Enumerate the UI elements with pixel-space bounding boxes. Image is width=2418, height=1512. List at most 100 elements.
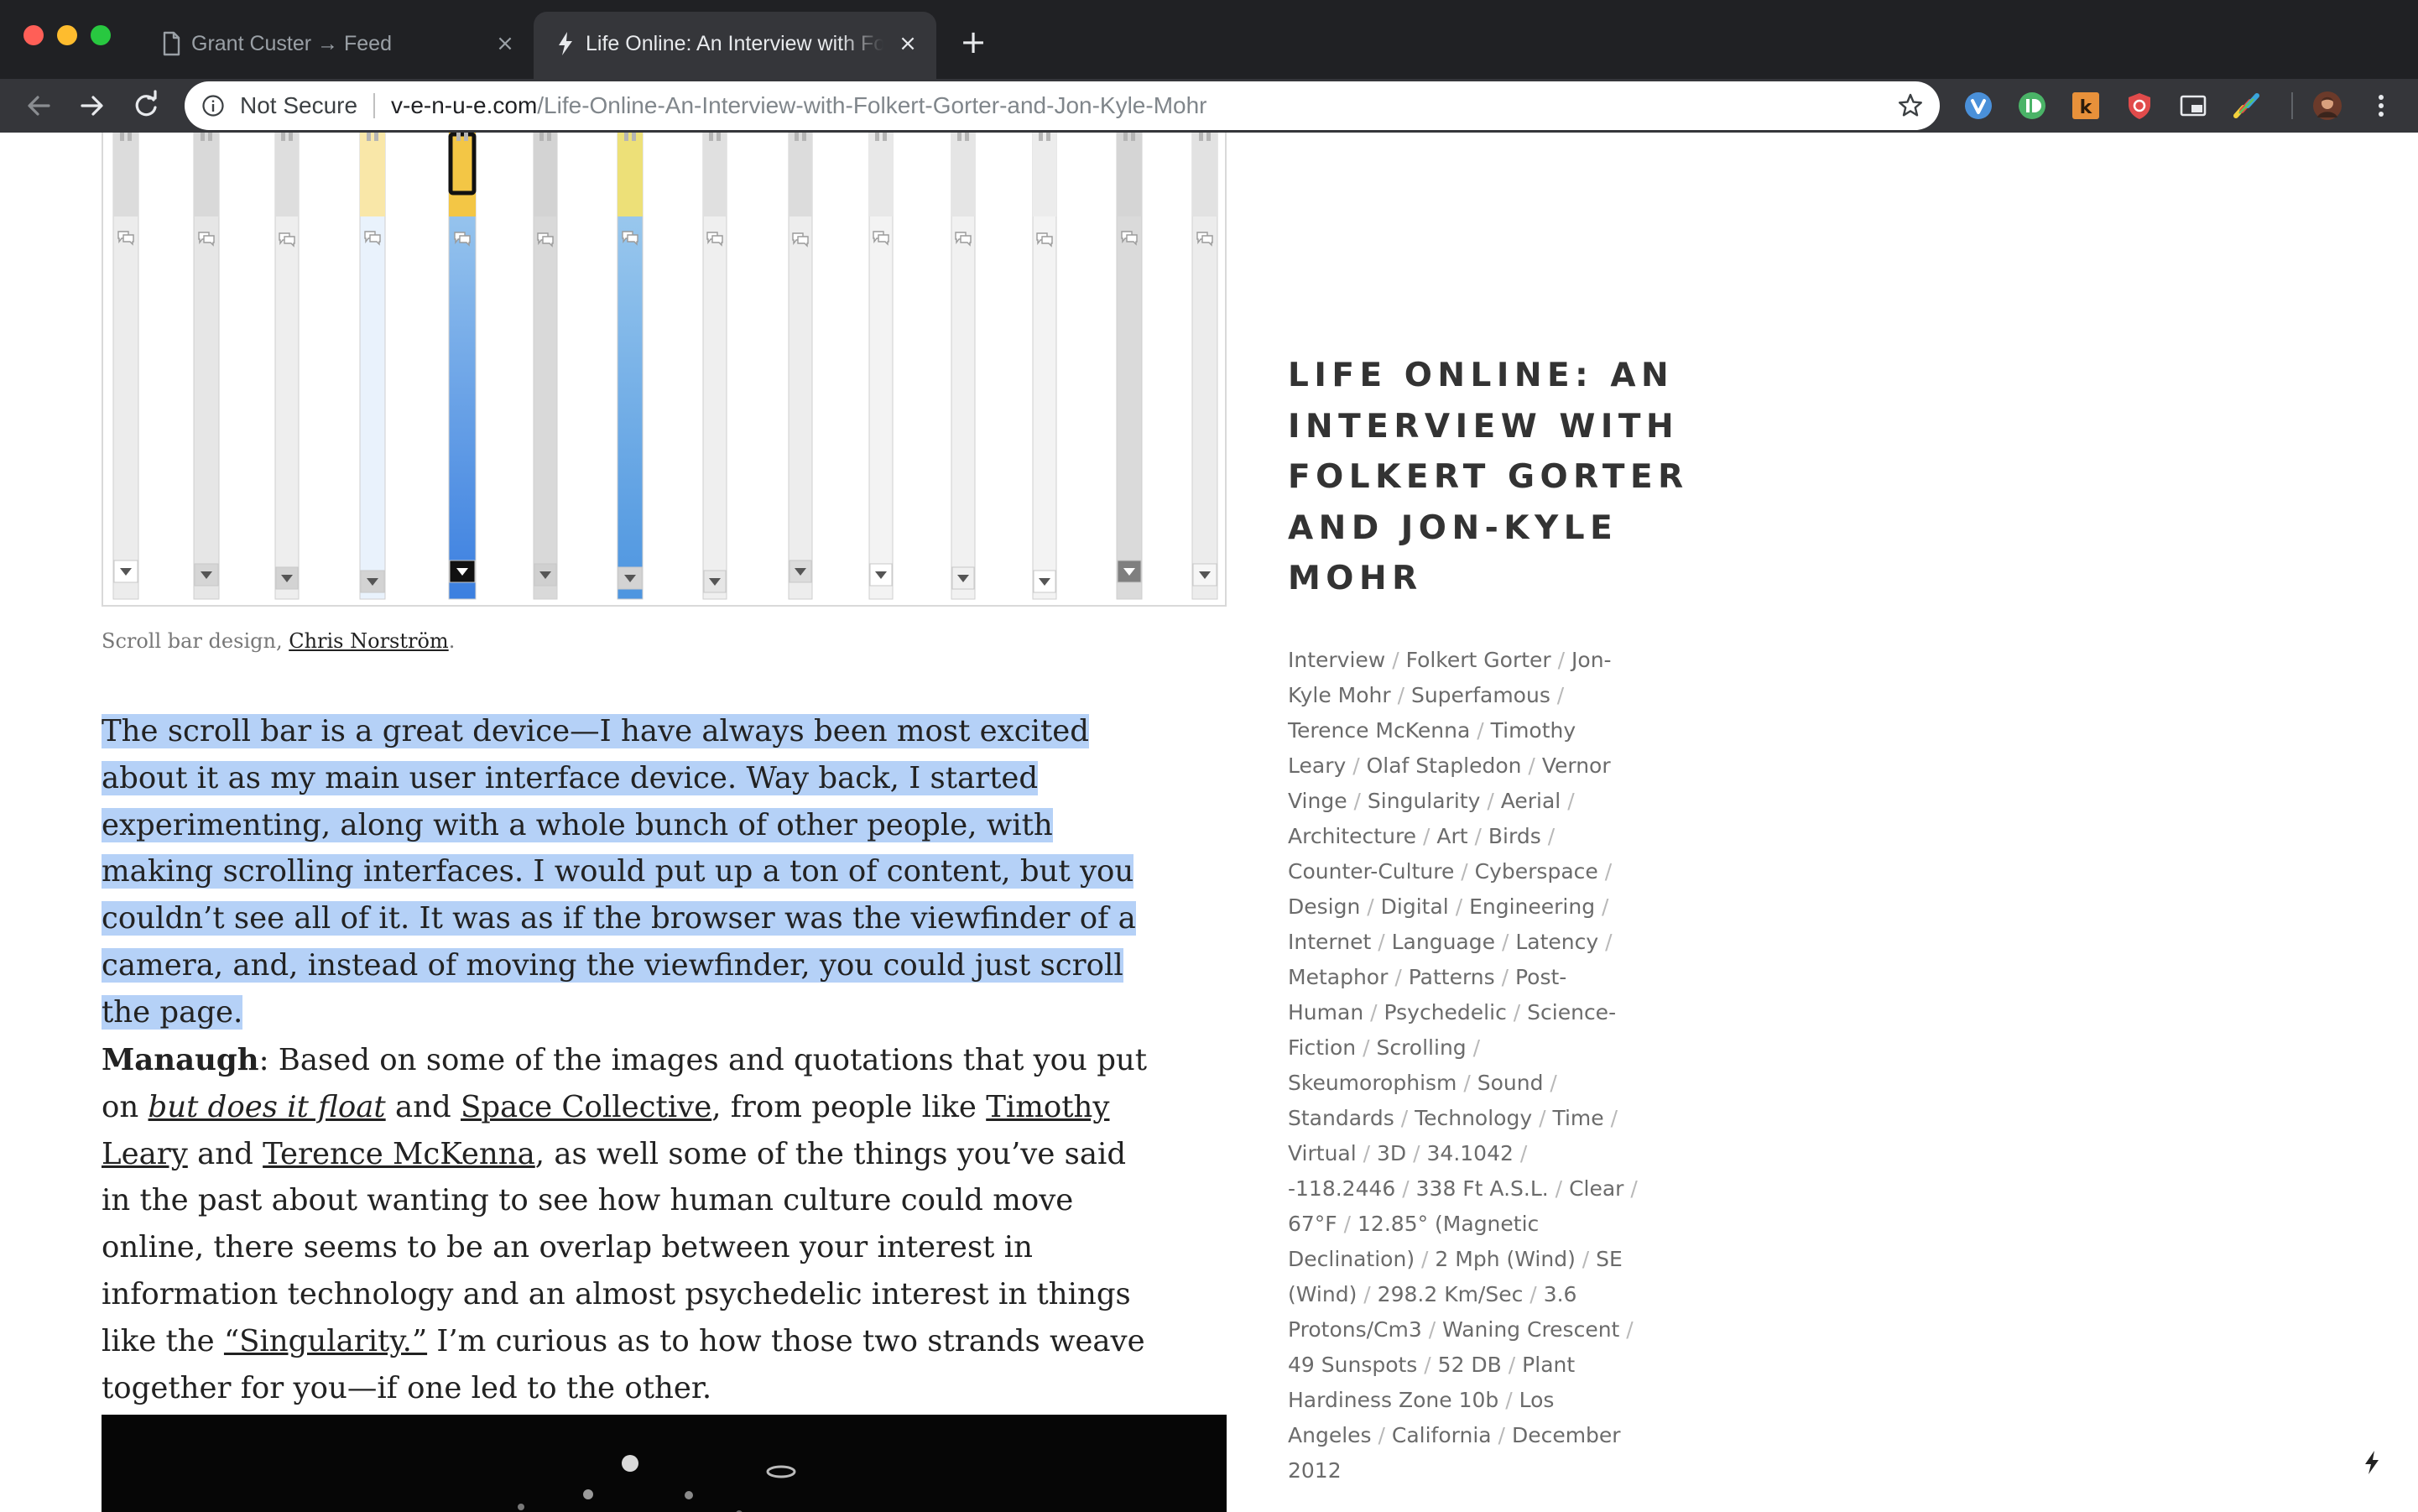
tag-link[interactable]: Scrolling [1376,1035,1466,1060]
tag-link[interactable]: Psychedelic [1384,1000,1507,1025]
page-content: Scroll bar design, Chris Norström. The s… [0,133,2418,1512]
colorpicker-icon[interactable] [2232,91,2262,121]
new-tab-button[interactable]: + [956,25,990,59]
scrollbar-grip [201,133,205,141]
tag-link[interactable]: Birds [1488,824,1541,848]
tag-link[interactable]: 338 Ft A.S.L. [1416,1176,1549,1201]
image-caption: Scroll bar design, Chris Norström. [102,629,455,653]
tag-separator: / [1416,824,1437,848]
tag-link[interactable]: Interview [1288,648,1385,672]
tag-separator: / [1415,1247,1436,1271]
tag-separator: / [1363,1000,1384,1025]
tag-link[interactable]: 298.2 Km/Sec [1378,1282,1524,1306]
minimize-window-button[interactable] [57,25,77,45]
tag-link[interactable]: Design [1288,894,1360,919]
tag-link[interactable]: Superfamous [1411,683,1550,707]
scrollbar-collection [112,133,1218,600]
tag-link[interactable]: California [1392,1423,1492,1447]
scrollbar-grip [1206,133,1211,141]
tag-link[interactable]: Cyberspace [1475,859,1598,884]
tag-separator: / [1466,1035,1481,1060]
vivaldi-icon[interactable] [1963,91,1993,121]
tag-link[interactable]: 3D [1377,1141,1406,1165]
tag-separator: / [1371,1423,1392,1447]
link-terence-mckenna[interactable]: Terence McKenna [263,1137,535,1171]
caption-link[interactable]: Chris Norström [289,629,448,653]
tag-link[interactable]: Skeumorophism [1288,1071,1457,1095]
bottom-image [102,1415,1227,1512]
scrollbar-thumb [1117,133,1142,216]
tag-link[interactable]: Virtual [1288,1141,1357,1165]
link-but-does-it-float[interactable]: but does it float [149,1090,386,1124]
tag-separator: / [1417,1353,1438,1377]
tag-link[interactable]: Terence McKenna [1288,718,1470,743]
url-text[interactable]: v-e-n-u-e.com/Life-Online-An-Interview-w… [391,91,1207,121]
tab-close-icon[interactable]: × [894,30,921,57]
scrollbar-grip [289,133,293,141]
scrollbar-grip [547,133,551,141]
tag-link[interactable]: Internet [1288,930,1371,954]
tag-link[interactable]: Latency [1515,930,1598,954]
tag-link[interactable]: 49 Sunspots [1288,1353,1417,1377]
link-singularity[interactable]: “Singularity.” [224,1324,427,1358]
k-icon[interactable]: k [2071,91,2101,121]
more-menu-icon[interactable] [2366,91,2396,121]
scrollbar-grip [1199,133,1203,141]
address-separator [373,93,375,118]
tag-link[interactable]: Time [1552,1106,1603,1130]
shield-icon[interactable] [2124,91,2155,121]
pushbullet-icon[interactable] [2017,91,2047,121]
tag-link[interactable]: Standards [1288,1106,1394,1130]
tab-grant-custer-feed[interactable]: Grant Custer → Feed × [139,12,534,79]
tag-separator: / [1575,1247,1597,1271]
tag-separator: / [1390,683,1411,707]
forward-arrow-icon[interactable] [74,87,111,124]
tag-link[interactable]: Architecture [1288,824,1416,848]
tag-link[interactable]: Singularity [1368,789,1480,813]
security-status[interactable]: Not Secure [240,91,357,121]
tag-link[interactable]: Digital [1381,894,1449,919]
tag-link[interactable]: Counter-Culture [1288,859,1454,884]
tag-link[interactable]: Engineering [1469,894,1595,919]
avatar[interactable] [2312,91,2342,121]
tag-link[interactable]: Waning Crescent [1442,1317,1619,1342]
back-arrow-icon[interactable] [20,87,57,124]
bookmark-star-icon[interactable] [1896,91,1925,120]
info-icon[interactable] [201,94,225,117]
tab-title: Life Online: An Interview with Folkert G… [586,32,883,55]
tag-link[interactable]: Olaf Stapledon [1367,753,1522,778]
address-bar[interactable]: Not Secure v-e-n-u-e.com/Life-Online-An-… [185,81,1940,130]
close-window-button[interactable] [23,25,44,45]
tag-link[interactable]: 2 Mph (Wind) [1435,1247,1575,1271]
tag-separator: / [1561,789,1575,813]
tag-link[interactable]: Language [1392,930,1495,954]
tag-link[interactable]: Clear [1569,1176,1623,1201]
url-host: v-e-n-u-e.com [391,92,538,118]
tab-life-online[interactable]: Life Online: An Interview with Folkert G… [534,12,936,79]
tag-link[interactable]: Technology [1415,1106,1532,1130]
tag-link[interactable]: 34.1042 [1427,1141,1514,1165]
tag-link[interactable]: Folkert Gorter [1406,648,1551,672]
tag-link[interactable]: Sound [1477,1071,1544,1095]
tag-link[interactable]: Aerial [1501,789,1561,813]
tag-separator: / [1448,894,1470,919]
picture-in-picture-icon[interactable] [2178,91,2208,121]
tag-separator: / [1619,1317,1634,1342]
tag-link[interactable]: -118.2446 [1288,1176,1395,1201]
zoom-window-button[interactable] [91,25,111,45]
scrollbar-grip [709,133,713,141]
tag-separator: / [1501,1353,1523,1377]
scrollbar-grip [1046,133,1050,141]
tag-link[interactable]: 67°F [1288,1212,1337,1236]
tag-link[interactable]: Art [1436,824,1467,848]
tag-link[interactable]: 52 DB [1438,1353,1502,1377]
lightning-bolt-icon[interactable] [2363,1450,2381,1475]
tag-link[interactable]: Metaphor [1288,965,1388,989]
scrollbar-grip [456,133,461,141]
tag-link[interactable]: Patterns [1409,965,1495,989]
tag-separator: / [1540,824,1556,848]
link-space-collective[interactable]: Space Collective [461,1090,711,1124]
scrollbar-grip [128,133,132,141]
reload-icon[interactable] [128,87,164,124]
tab-close-icon[interactable]: × [492,30,519,57]
